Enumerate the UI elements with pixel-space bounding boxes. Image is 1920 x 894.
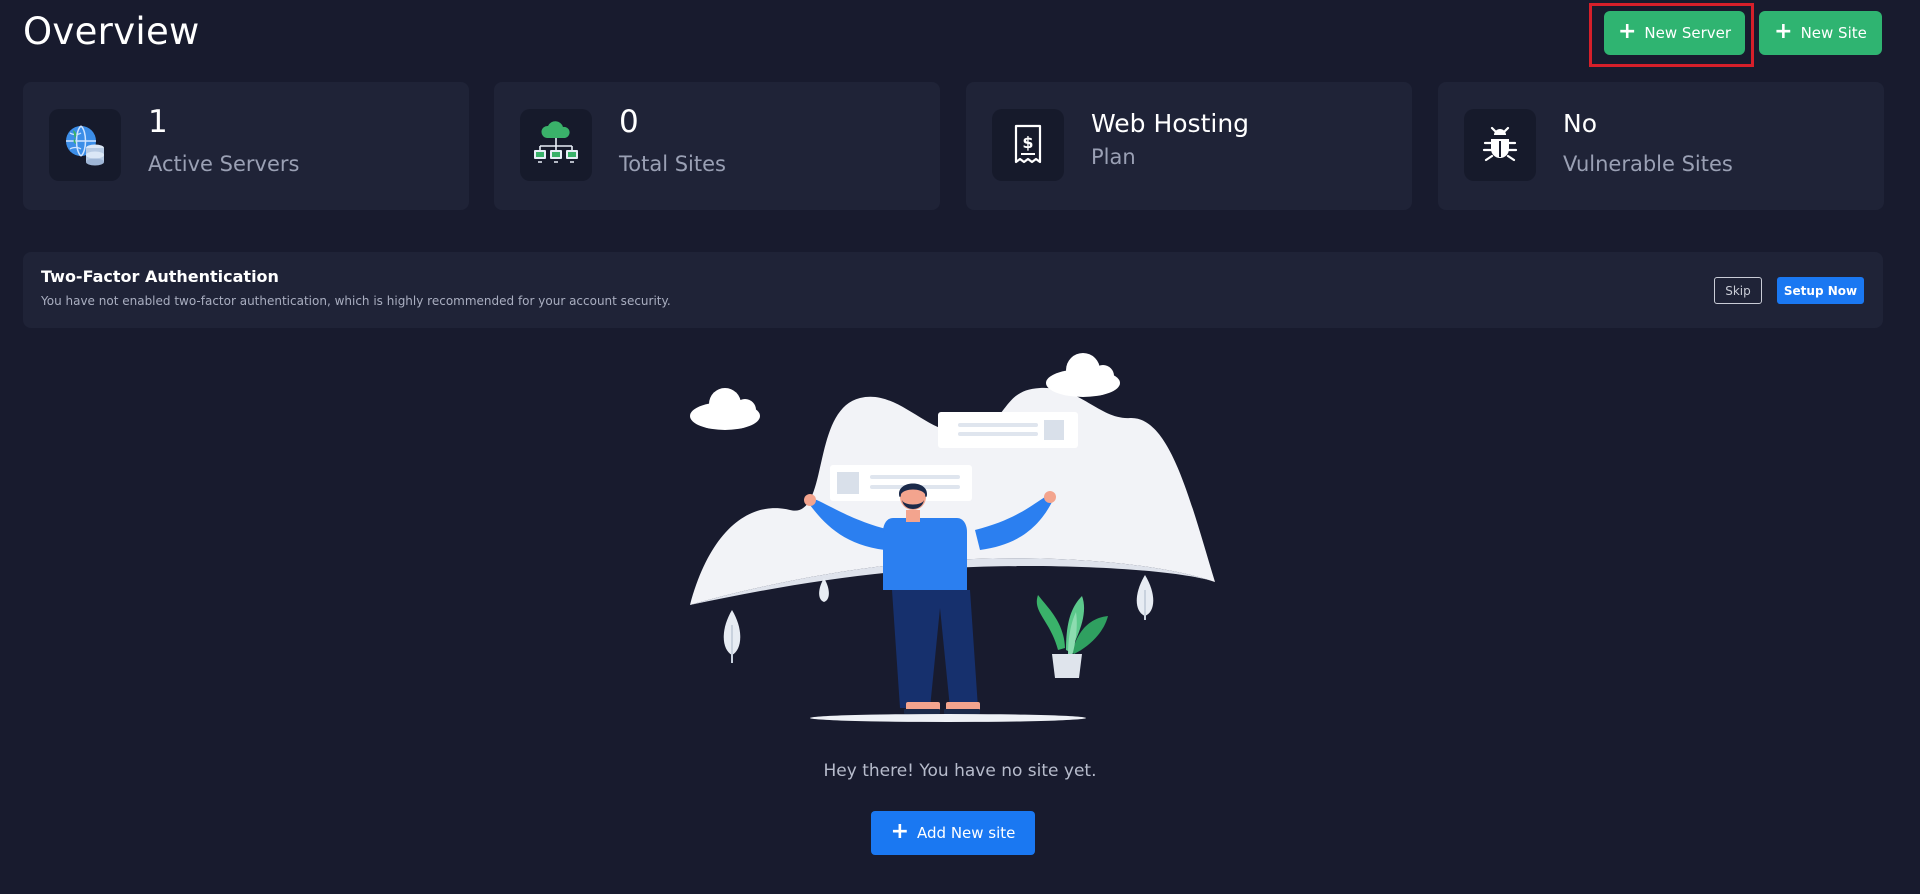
two-factor-banner: Two-Factor Authentication You have not e… <box>23 252 1883 328</box>
add-new-site-label: Add New site <box>917 824 1016 842</box>
new-site-button[interactable]: + New Site <box>1759 11 1882 55</box>
globe-database-icon <box>49 109 121 181</box>
stat-card-vulnerable-sites: No Vulnerable Sites <box>1438 82 1884 210</box>
svg-text:$: $ <box>1022 133 1033 152</box>
cloud-network-icon <box>520 109 592 181</box>
stat-label: Total Sites <box>619 152 726 176</box>
stat-value: No <box>1563 109 1597 138</box>
skip-button[interactable]: Skip <box>1714 277 1762 304</box>
new-site-label: New Site <box>1800 24 1867 42</box>
new-server-button[interactable]: + New Server <box>1604 11 1745 55</box>
setup-now-button[interactable]: Setup Now <box>1777 277 1864 304</box>
stat-label: Active Servers <box>148 152 300 176</box>
receipt-dollar-icon: $ <box>992 109 1064 181</box>
stat-label: Plan <box>1091 145 1136 169</box>
stat-label: Vulnerable Sites <box>1563 152 1733 176</box>
two-factor-title: Two-Factor Authentication <box>41 267 279 286</box>
stat-card-total-sites: 0 Total Sites <box>494 82 940 210</box>
overview-page: Overview + New Server + New Site 1 Activ… <box>0 0 1920 894</box>
stat-card-active-servers: 1 Active Servers <box>23 82 469 210</box>
add-new-site-button[interactable]: + Add New site <box>871 811 1035 855</box>
bug-icon <box>1464 109 1536 181</box>
plus-icon: + <box>1617 19 1637 44</box>
empty-state-message: Hey there! You have no site yet. <box>823 761 1097 781</box>
plus-icon: + <box>890 819 910 844</box>
plus-icon: + <box>1774 19 1793 44</box>
stat-value: 1 <box>148 104 168 140</box>
stat-value: Web Hosting <box>1091 109 1250 138</box>
new-server-label: New Server <box>1644 24 1732 42</box>
empty-state-illustration <box>690 353 1215 722</box>
two-factor-description: You have not enabled two-factor authenti… <box>41 294 671 308</box>
page-title: Overview <box>23 10 200 53</box>
stat-value: 0 <box>619 104 639 140</box>
stat-card-plan: $ Web Hosting Plan <box>966 82 1412 210</box>
